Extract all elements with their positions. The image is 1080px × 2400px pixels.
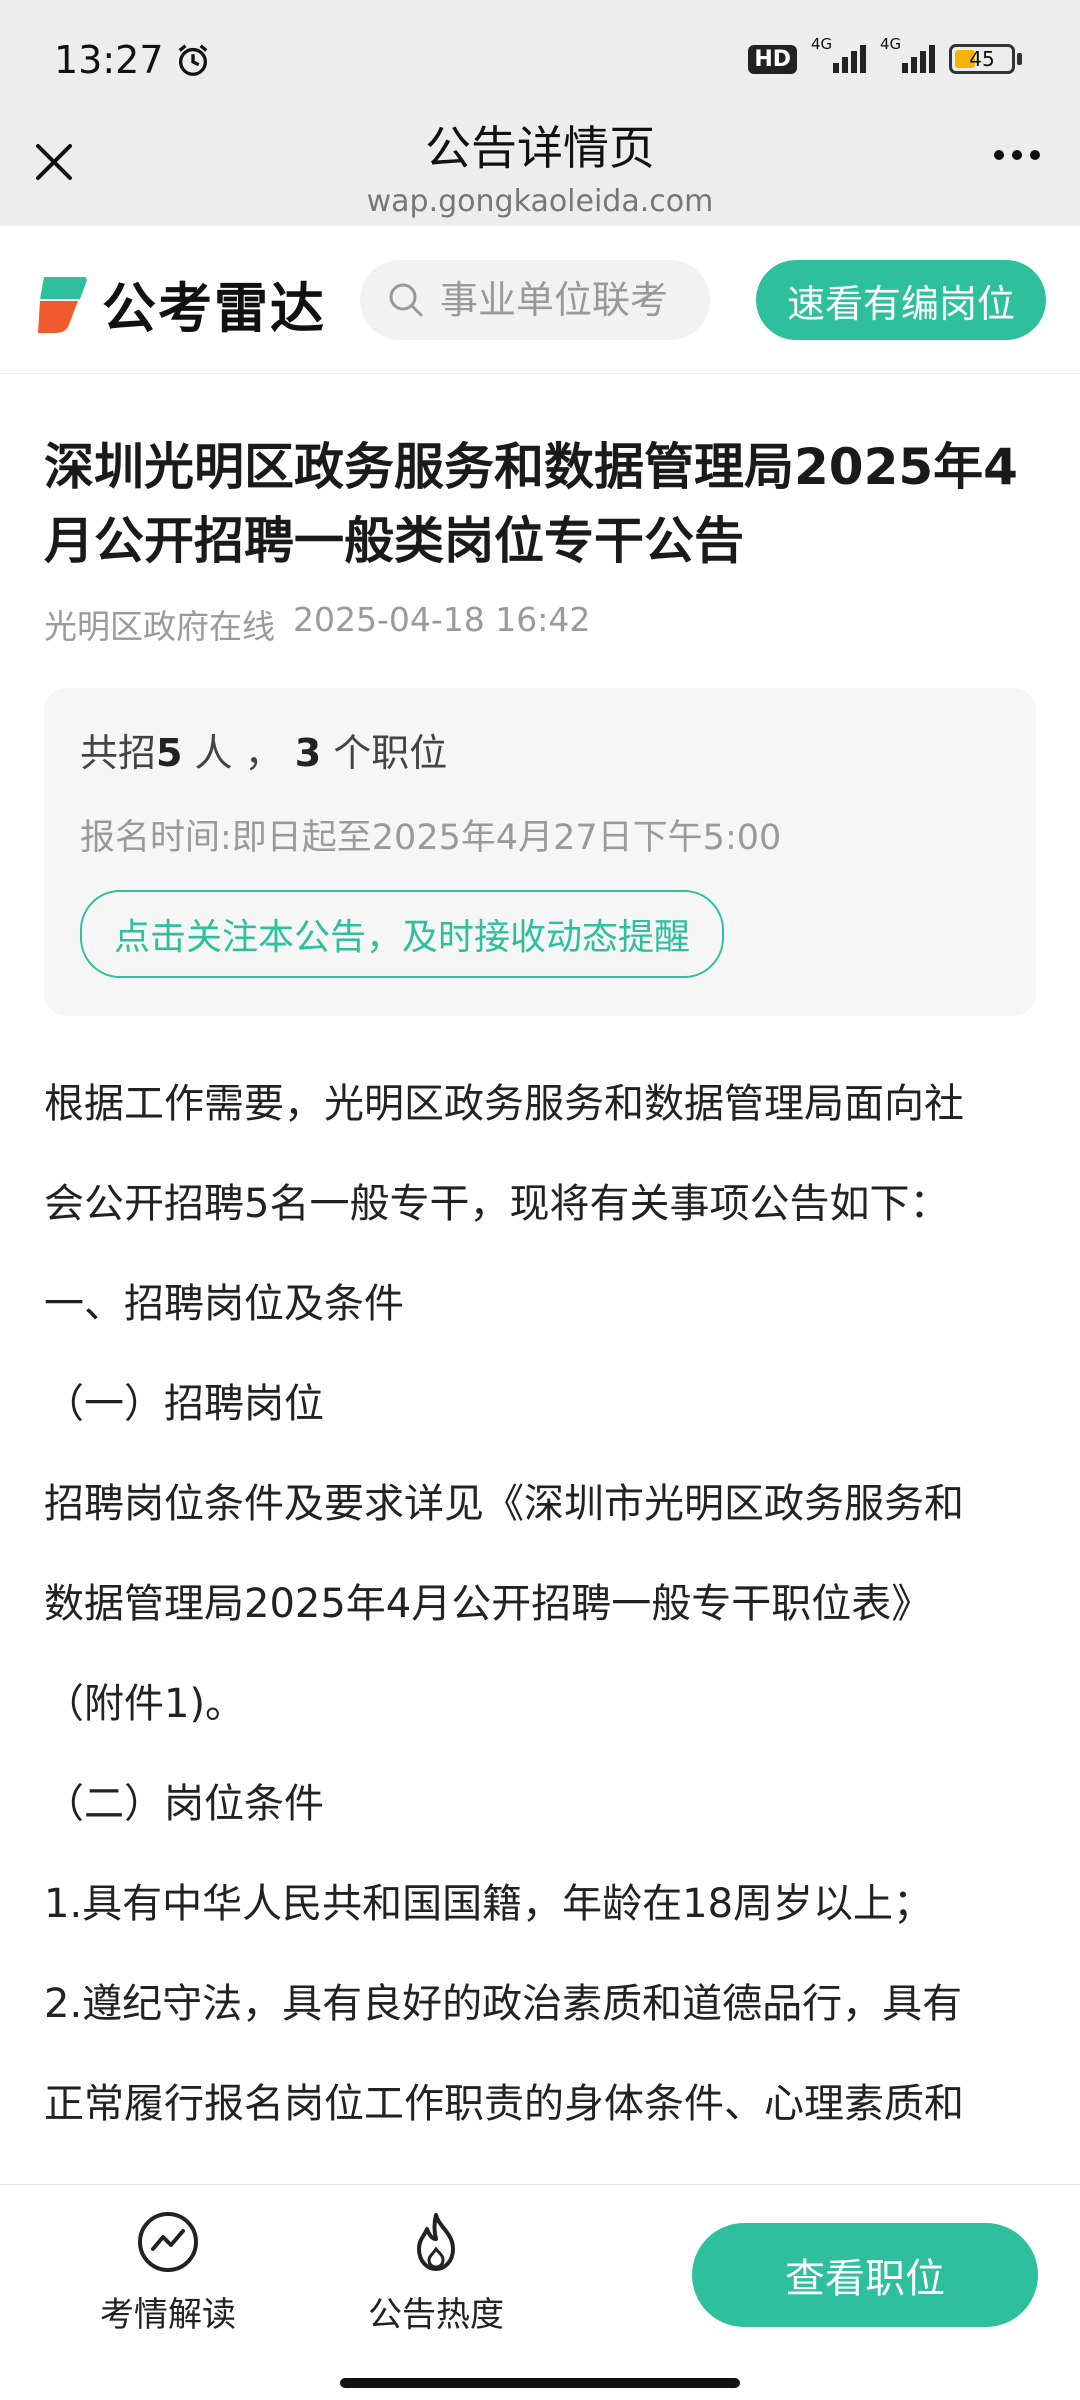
flame-icon: [417, 2213, 455, 2271]
article-date: 2025-04-18 16:42: [293, 600, 591, 639]
bottom-action-bar: 考情解读 公告热度 查看职位: [0, 2184, 1080, 2364]
trend-icon: [138, 2212, 198, 2272]
body-line: 会公开招聘5名一般专干，现将有关事项公告如下：: [44, 1181, 950, 1227]
hd-badge: HD: [748, 44, 797, 74]
position-count: 3: [294, 731, 322, 775]
search-input[interactable]: [440, 278, 680, 322]
signal-2-icon: 4G: [880, 35, 935, 73]
clock-text: 13:27: [54, 38, 164, 82]
search-icon: [389, 283, 423, 317]
webview-topbar: 公告详情页 wap.gongkaoleida.com: [0, 100, 1080, 226]
follow-announcement-button[interactable]: 点击关注本公告，及时接收动态提醒: [80, 890, 725, 978]
exam-analysis-button[interactable]: 考情解读: [68, 2209, 268, 2336]
article-body: 根据工作需要，光明区政务服务和数据管理局面向社 会公开招聘5名一般专干，现将有关…: [44, 1054, 1036, 2154]
logo-text: 公考雷达: [102, 277, 326, 340]
battery-icon: 45: [949, 44, 1022, 74]
article: 深圳光明区政务服务和数据管理局2025年4月公开招聘一般类岗位专干公告 光明区政…: [44, 430, 1036, 2154]
exam-analysis-label: 考情解读: [100, 2295, 236, 2335]
status-icons: HD 4G 4G 45: [748, 35, 1022, 74]
registration-time: 报名时间:即日起至2025年4月27日下午5:00: [80, 818, 782, 858]
body-line: 招聘岗位条件及要求详见《深圳市光明区政务服务和: [44, 1481, 964, 1527]
article-meta: 光明区政府在线 2025-04-18 16:42: [44, 600, 1036, 648]
view-jobs-button[interactable]: 速看有编岗位: [756, 260, 1046, 340]
view-positions-button[interactable]: 查看职位: [692, 2223, 1038, 2327]
subsection-heading: （一）招聘岗位: [44, 1381, 324, 1427]
article-title: 深圳光明区政务服务和数据管理局2025年4月公开招聘一般类岗位专干公告: [44, 438, 1018, 570]
section-heading: 一、招聘岗位及条件: [44, 1281, 404, 1327]
announcement-heat-label: 公告热度: [368, 2295, 504, 2335]
logo-mark-icon: [38, 276, 87, 333]
site-header: 公考雷达 速看有编岗位: [0, 226, 1080, 374]
search-box[interactable]: [360, 260, 710, 340]
recruit-count: 共招5 人 ， 3 个职位: [80, 731, 448, 775]
people-count: 5: [156, 731, 183, 775]
gesture-area: [0, 2364, 1080, 2400]
article-source: 光明区政府在线: [44, 607, 275, 646]
more-menu-icon[interactable]: [994, 150, 1040, 160]
page-title: 公告详情页: [425, 121, 655, 175]
site-logo[interactable]: 公考雷达: [34, 264, 326, 343]
body-line: 1.具有中华人民共和国国籍，年龄在18周岁以上；: [44, 1881, 934, 1927]
info-card: 共招5 人 ， 3 个职位 报名时间:即日起至2025年4月27日下午5:00 …: [44, 688, 1036, 1016]
status-time: 13:27: [54, 38, 212, 82]
announcement-heat-button[interactable]: 公告热度: [336, 2209, 536, 2336]
body-line: 根据工作需要，光明区政务服务和数据管理局面向社: [44, 1081, 964, 1127]
body-line: （附件1)。: [44, 1681, 246, 1727]
body-line: 正常履行报名岗位工作职责的身体条件、心理素质和: [44, 2081, 964, 2127]
page-url: wap.gongkaoleida.com: [366, 184, 714, 219]
signal-1-icon: 4G: [811, 35, 866, 73]
home-indicator[interactable]: [340, 2378, 740, 2388]
alarm-icon: [178, 44, 207, 76]
body-line: 2.遵纪守法，具有良好的政治素质和道德品行，具有: [44, 1981, 963, 2027]
subsection-heading: （二）岗位条件: [44, 1781, 324, 1827]
body-line: 数据管理局2025年4月公开招聘一般专干职位表》: [44, 1581, 932, 1627]
title-block: 公告详情页 wap.gongkaoleida.com: [0, 112, 1080, 219]
